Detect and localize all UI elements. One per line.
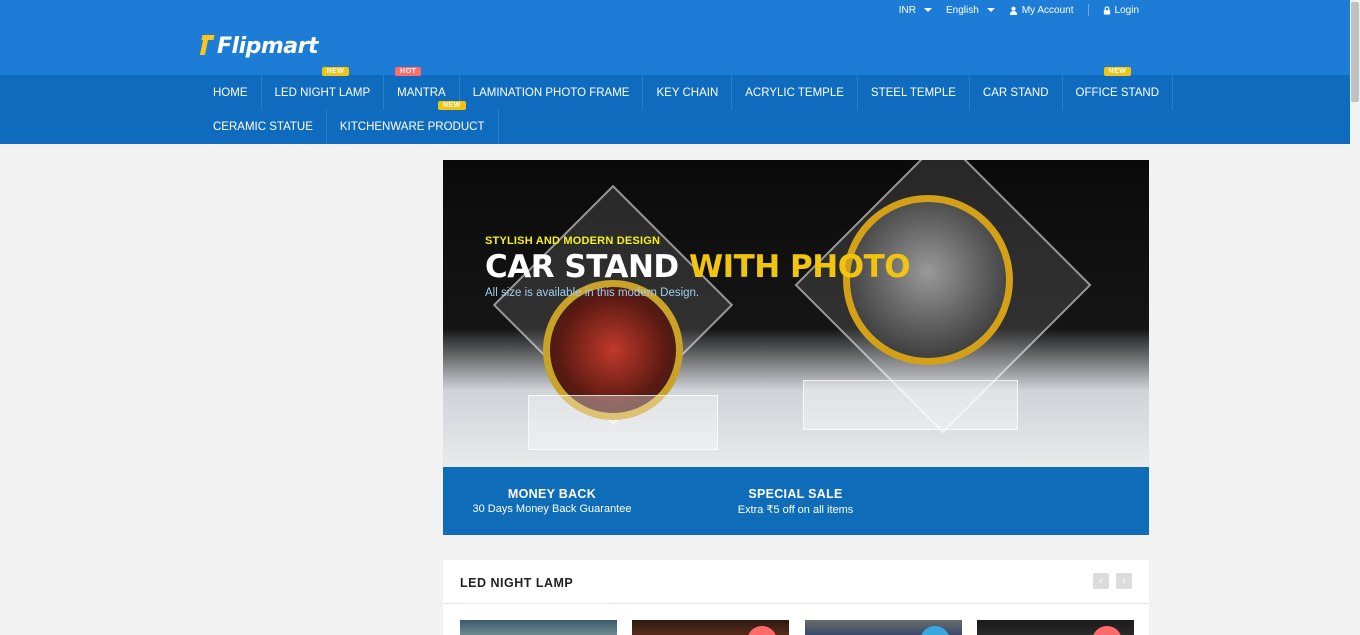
nav-item-steel-temple[interactable]: STEEL TEMPLE: [858, 75, 970, 110]
nav-item-label: STEEL TEMPLE: [870, 86, 956, 99]
chevron-right-icon: ›: [1122, 575, 1126, 587]
product-card-image[interactable]: [460, 620, 617, 635]
top-header: INR English My Account Login Flipmart: [0, 0, 1350, 75]
new-badge-icon: [920, 626, 950, 635]
chevron-left-icon: ‹: [1099, 575, 1103, 587]
nav-item-label: OFFICE STAND: [1075, 86, 1160, 99]
product-card-image[interactable]: [977, 620, 1134, 635]
carousel-next-button[interactable]: ›: [1116, 573, 1132, 589]
divider: [443, 603, 1149, 604]
hot-badge: HOT: [395, 67, 422, 76]
new-badge: NEW: [1103, 67, 1132, 76]
nav-item-label: CERAMIC STATUE: [213, 120, 313, 133]
carousel-prev-button[interactable]: ‹: [1093, 573, 1109, 589]
scrollbar-thumb[interactable]: [1351, 2, 1359, 102]
info-special-sale: SPECIAL SALE Extra ₹5 off on all items: [708, 487, 883, 516]
nav-item-ceramic-statue[interactable]: CERAMIC STATUE: [200, 109, 327, 144]
nav-item-kitchenware-product[interactable]: NEW KITCHENWARE PRODUCT: [327, 101, 499, 144]
logo-mark-icon: [199, 34, 215, 59]
lock-icon: [1103, 5, 1110, 15]
nav-item-home[interactable]: HOME: [200, 75, 262, 110]
sale-badge-icon: [747, 626, 777, 635]
chevron-down-icon: [986, 8, 995, 12]
my-account-label: My Account: [1021, 4, 1074, 16]
product-card-image[interactable]: [632, 620, 789, 635]
hero-description: All size is available in this modern Des…: [485, 287, 700, 299]
site-logo[interactable]: Flipmart: [199, 34, 319, 59]
main-navigation: HOME NEW LED NIGHT LAMP HOT MANTRA LAMIN…: [0, 67, 1350, 144]
login-link[interactable]: Login: [1103, 5, 1139, 16]
nav-item-label: CAR STAND: [982, 86, 1049, 99]
user-icon: [1009, 6, 1017, 15]
hero-title: CAR STAND WITH PHOTO: [485, 249, 911, 285]
nav-row: CERAMIC STATUE NEW KITCHENWARE PRODUCT: [200, 101, 499, 144]
info-money-back: MONEY BACK 30 Days Money Back Guarantee: [467, 487, 637, 515]
nav-item-label: LED NIGHT LAMP: [274, 86, 371, 99]
divider: [1087, 4, 1089, 16]
info-text: 30 Days Money Back Guarantee: [472, 503, 632, 515]
info-title: SPECIAL SALE: [748, 487, 843, 501]
nav-item-key-chain[interactable]: KEY CHAIN: [643, 75, 733, 110]
login-label: Login: [1114, 4, 1139, 16]
nav-row: HOME NEW LED NIGHT LAMP HOT MANTRA LAMIN…: [200, 67, 1174, 110]
product-card-image[interactable]: [805, 620, 962, 635]
nav-item-label: ACRYLIC TEMPLE: [745, 86, 844, 99]
logo-text: Flipmart: [217, 34, 319, 59]
currency-label: INR: [898, 4, 917, 16]
my-account-link[interactable]: My Account: [1009, 5, 1074, 16]
new-badge: NEW: [437, 101, 466, 110]
hero-subtitle: STYLISH AND MODERN DESIGN: [485, 235, 661, 247]
hero-text: STYLISH AND MODERN DESIGN CAR STAND WITH…: [485, 235, 911, 299]
product-section: LED NIGHT LAMP ‹ ›: [443, 560, 1149, 635]
sale-badge-icon: [1092, 626, 1122, 635]
nav-item-label: KITCHENWARE PRODUCT: [339, 120, 485, 133]
hero-banner[interactable]: STYLISH AND MODERN DESIGN CAR STAND WITH…: [443, 160, 1149, 467]
currency-selector[interactable]: INR: [898, 4, 933, 16]
nav-item-label: LAMINATION PHOTO FRAME: [472, 86, 630, 99]
chevron-down-icon: [924, 8, 933, 12]
nav-item-acrylic-temple[interactable]: ACRYLIC TEMPLE: [732, 75, 858, 110]
nav-item-office-stand[interactable]: NEW OFFICE STAND: [1063, 67, 1174, 110]
nav-item-led-night-lamp[interactable]: NEW LED NIGHT LAMP: [262, 67, 385, 110]
language-selector[interactable]: English: [946, 5, 995, 16]
new-badge: NEW: [321, 67, 350, 76]
top-links: INR English My Account Login: [899, 4, 1139, 16]
scrollbar[interactable]: [1350, 0, 1360, 635]
hero-title-main: CAR STAND: [485, 249, 689, 285]
nav-item-car-stand[interactable]: CAR STAND: [970, 75, 1063, 110]
info-strip: MONEY BACK 30 Days Money Back Guarantee …: [443, 467, 1149, 535]
nav-item-label: KEY CHAIN: [656, 86, 719, 99]
stand-base-image: [803, 380, 1018, 430]
language-label: English: [946, 4, 979, 16]
info-title: MONEY BACK: [507, 487, 597, 501]
stand-base-image: [528, 395, 718, 450]
info-text: Extra ₹5 off on all items: [737, 504, 854, 516]
nav-item-label: MANTRA: [397, 86, 446, 99]
section-title: LED NIGHT LAMP: [460, 576, 574, 590]
hero-title-highlight: WITH PHOTO: [688, 249, 911, 285]
nav-item-label: HOME: [213, 86, 248, 99]
nav-item-lamination-photo-frame[interactable]: LAMINATION PHOTO FRAME: [460, 75, 644, 110]
